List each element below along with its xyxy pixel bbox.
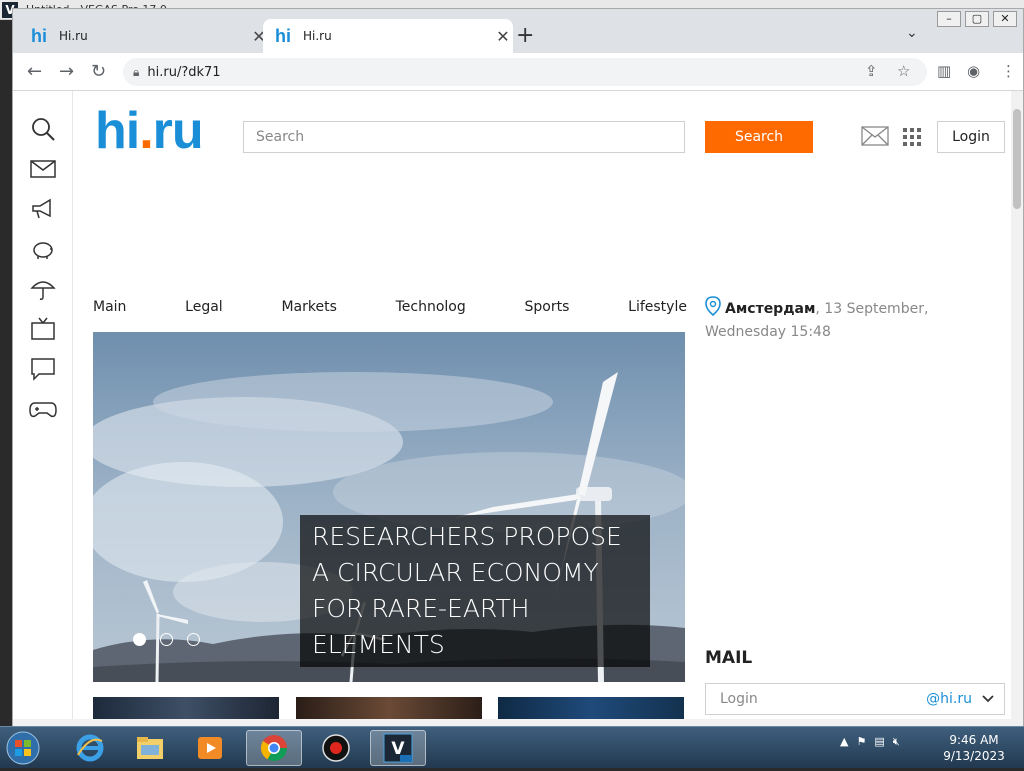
search-icon[interactable] <box>27 113 59 145</box>
share-icon[interactable]: ⇪ <box>865 62 878 80</box>
clock-time: 9:46 AM <box>949 733 999 747</box>
taskbar: V ▲ ⚑ ▤ 🔇︎ 9:46 AM 9/13/2023 <box>0 726 1024 768</box>
location-weather: Амстердам, 13 September, Wednesday 15:48 <box>705 296 1005 342</box>
reload-icon[interactable]: ↻ <box>91 61 106 82</box>
volume-muted-icon[interactable]: 🔇︎ <box>893 735 900 749</box>
hero-slider[interactable]: RESEARCHERS PROPOSE A CIRCULAR ECONOMY F… <box>93 332 685 682</box>
close-tab-icon[interactable]: ✕ <box>493 27 513 46</box>
slider-dots <box>133 633 200 646</box>
action-center-flag-icon[interactable]: ⚑ <box>856 735 866 749</box>
tab-search-chevron-icon[interactable]: ⌄ <box>906 25 918 41</box>
hero-headline[interactable]: RESEARCHERS PROPOSE A CIRCULAR ECONOMY F… <box>300 515 650 667</box>
chevron-down-icon[interactable] <box>982 691 994 707</box>
browser-toolbar: ← → ↻ 🔒︎ hi.ru/?dk71 ⇪ ☆ ▥ ◉ ⋮ <box>13 53 1023 91</box>
logo-tld: ru <box>152 102 204 160</box>
new-tab-icon[interactable]: + <box>516 23 534 48</box>
megaphone-icon[interactable] <box>27 193 59 225</box>
city-name[interactable]: Амстердам <box>725 301 815 317</box>
system-clock[interactable]: 9:46 AM 9/13/2023 <box>934 732 1014 764</box>
network-icon[interactable]: ▤ <box>874 735 884 749</box>
category-nav: Main Legal Markets Technolog Sports Life… <box>93 299 687 315</box>
internet-explorer-icon[interactable] <box>62 730 118 766</box>
mail-icon[interactable] <box>27 153 59 185</box>
umbrella-icon[interactable] <box>27 273 59 305</box>
nav-item-main[interactable]: Main <box>93 299 126 315</box>
slider-dot[interactable] <box>187 633 200 646</box>
lock-icon: 🔒︎ <box>133 64 140 79</box>
icon-rail <box>13 91 73 727</box>
side-panel-icon[interactable]: ▥ <box>937 62 951 80</box>
mail-envelope-icon[interactable] <box>861 126 889 150</box>
file-explorer-icon[interactable] <box>122 730 178 766</box>
tab-title: Hi.ru <box>59 29 88 43</box>
chat-icon[interactable] <box>27 353 59 385</box>
piggy-bank-icon[interactable] <box>27 233 59 265</box>
start-button[interactable] <box>4 729 44 767</box>
menu-kebab-icon[interactable]: ⋮ <box>1001 62 1016 80</box>
hi-favicon-icon: hi <box>275 25 291 46</box>
tab-strip: hi Hi.ru ✕ hi Hi.ru ✕ + ⌄ <box>13 19 1023 53</box>
logo-dot: . <box>139 102 153 160</box>
back-arrow-icon[interactable]: ← <box>27 61 42 82</box>
mail-heading: MAIL <box>705 648 753 668</box>
tv-icon[interactable] <box>27 313 59 345</box>
nav-item-technology[interactable]: Technolog <box>396 299 466 315</box>
vertical-scrollbar[interactable] <box>1011 91 1023 727</box>
location-pin-icon[interactable] <box>705 296 721 322</box>
chrome-icon[interactable] <box>246 730 302 766</box>
nav-item-sports[interactable]: Sports <box>525 299 570 315</box>
scrollbar-thumb[interactable] <box>1013 109 1021 209</box>
nav-item-lifestyle[interactable]: Lifestyle <box>628 299 687 315</box>
gamepad-icon[interactable] <box>27 393 59 425</box>
url-text: hi.ru/?dk71 <box>147 64 221 80</box>
address-bar[interactable]: 🔒︎ hi.ru/?dk71 <box>123 58 927 86</box>
site-logo[interactable]: hi.ru <box>95 101 204 161</box>
tray-expand-icon[interactable]: ▲ <box>840 735 848 749</box>
forward-arrow-icon[interactable]: → <box>59 61 74 82</box>
browser-tab[interactable]: hi Hi.ru ✕ <box>19 19 269 53</box>
slider-dot[interactable] <box>133 633 146 646</box>
browser-tab-active[interactable]: hi Hi.ru ✕ <box>263 19 513 53</box>
mail-domain-select[interactable]: @hi.ru <box>926 691 972 707</box>
slider-dot[interactable] <box>160 633 173 646</box>
nav-item-markets[interactable]: Markets <box>281 299 336 315</box>
recorder-icon[interactable] <box>308 730 364 766</box>
bookmark-star-icon[interactable]: ☆ <box>897 62 910 80</box>
page-viewport: hi.ru Search Search Login Main Legal Mar… <box>13 91 1023 727</box>
tab-title: Hi.ru <box>303 29 332 43</box>
profile-avatar-icon[interactable]: ◉ <box>967 62 980 80</box>
search-button[interactable]: Search <box>705 121 813 153</box>
mail-login-field[interactable]: Login @hi.ru <box>705 683 1005 715</box>
search-input[interactable]: Search <box>243 121 685 153</box>
nav-item-legal[interactable]: Legal <box>185 299 223 315</box>
hi-favicon-icon: hi <box>31 25 47 46</box>
media-player-icon[interactable] <box>182 730 238 766</box>
logo-main: hi <box>95 102 140 160</box>
vegas-icon[interactable]: V <box>370 730 426 766</box>
browser-window: – ▢ ✕ hi Hi.ru ✕ hi Hi.ru ✕ + ⌄ ← → ↻ 🔒︎… <box>12 8 1024 727</box>
clock-date: 9/13/2023 <box>943 749 1005 763</box>
mail-login-input[interactable]: Login <box>720 691 926 707</box>
login-button[interactable]: Login <box>937 121 1005 153</box>
apps-grid-icon[interactable] <box>903 128 921 150</box>
system-tray: ▲ ⚑ ▤ 🔇︎ <box>840 735 900 749</box>
